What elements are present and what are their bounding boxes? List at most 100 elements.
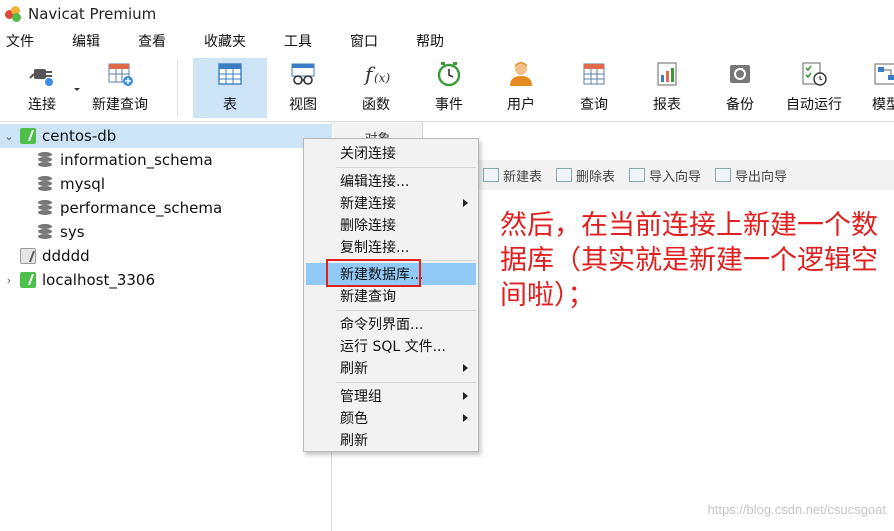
toolbar-backup-button[interactable]: 备份 (713, 58, 767, 118)
menu-item-label: 新建数据库... (340, 267, 424, 283)
menu-item-label: 新建连接 (340, 196, 396, 212)
tree-label: mysql (60, 175, 105, 193)
menu-view[interactable]: 查看 (132, 31, 178, 51)
tree-label: information_schema (60, 151, 213, 169)
tree-label: ddddd (42, 247, 90, 265)
tree-database-information-schema[interactable]: information_schema (0, 148, 332, 172)
tree-database-sys[interactable]: sys (0, 220, 332, 244)
menu-item-run-sql-file[interactable]: 运行 SQL 文件... (306, 335, 476, 357)
toolbar-label: 连接 (28, 97, 56, 113)
new-table-button[interactable]: 新建表 (483, 166, 542, 185)
delete-table-icon (556, 168, 573, 182)
tree-connection-localhost-3306[interactable]: › localhost_3306 (0, 268, 332, 292)
tree-connection-centos-db[interactable]: ⌄ centos-db (0, 124, 332, 148)
toolbar-function-button[interactable]: f (x) 函数 (349, 58, 403, 118)
menu-bar: 文件 编辑 查看 收藏夹 工具 窗口 帮助 (0, 28, 894, 54)
database-icon (38, 152, 52, 168)
menu-favorites[interactable]: 收藏夹 (198, 31, 258, 51)
submenu-arrow-icon (463, 392, 468, 400)
menu-item-console[interactable]: 命令列界面... (306, 313, 476, 335)
toolbar-label: 函数 (362, 97, 390, 113)
toolbar-new-query-button[interactable]: 新建查询 (86, 58, 154, 118)
toolbar-label: 事件 (435, 97, 463, 113)
table-grid-icon (216, 60, 244, 88)
database-icon (38, 200, 52, 216)
chevron-right-icon[interactable]: › (2, 274, 16, 287)
connection-tree: ⌄ centos-db information_schema mysql per… (0, 122, 332, 531)
menu-separator (336, 382, 476, 383)
clock-event-icon (435, 60, 463, 88)
menu-edit[interactable]: 编辑 (66, 31, 112, 51)
menu-file[interactable]: 文件 (0, 31, 46, 51)
menu-window[interactable]: 窗口 (344, 31, 390, 51)
toolbar-label: 表 (223, 97, 237, 113)
connection-open-icon (20, 128, 36, 144)
menu-item-label: 刷新 (340, 433, 368, 449)
new-query-grid-icon (106, 60, 134, 88)
menu-help[interactable]: 帮助 (410, 31, 456, 51)
toolbar-connect-button[interactable]: 连接 (14, 58, 70, 118)
plug-connection-icon (28, 60, 56, 88)
connection-open-icon (20, 272, 36, 288)
button-label: 新建表 (503, 169, 543, 185)
menu-item-label: 复制连接... (340, 240, 410, 256)
export-icon (715, 168, 732, 182)
menu-item-close-connection[interactable]: 关闭连接 (306, 142, 476, 164)
toolbar-table-button[interactable]: 表 (193, 58, 267, 118)
chevron-down-icon[interactable]: ⌄ (2, 130, 16, 143)
chevron-down-icon[interactable] (74, 88, 80, 91)
import-icon (629, 168, 646, 182)
submenu-arrow-icon (463, 364, 468, 372)
menu-item-delete-connection[interactable]: 删除连接 (306, 214, 476, 236)
main-toolbar: 连接 新建查询 表 视图 f (x) 函数 事件 用户 查询 报表 备份 自动运… (0, 54, 894, 122)
button-label: 删除表 (576, 169, 616, 185)
menu-item-new-database[interactable]: 新建数据库... (306, 263, 476, 285)
menu-item-color[interactable]: 颜色 (306, 407, 476, 429)
export-wizard-button[interactable]: 导出向导 (715, 166, 787, 185)
tree-label: centos-db (42, 127, 117, 145)
toolbar-label: 视图 (289, 97, 317, 113)
toolbar-event-button[interactable]: 事件 (422, 58, 476, 118)
menu-item-manage-group[interactable]: 管理组 (306, 385, 476, 407)
toolbar-model-button[interactable]: 模型 (866, 58, 894, 118)
menu-item-new-query[interactable]: 新建查询 (306, 285, 476, 307)
toolbar-report-button[interactable]: 报表 (640, 58, 694, 118)
menu-item-label: 刷新 (340, 361, 368, 377)
svg-text:(x): (x) (374, 71, 390, 85)
menu-tools[interactable]: 工具 (278, 31, 324, 51)
tree-database-performance-schema[interactable]: performance_schema (0, 196, 332, 220)
menu-separator (336, 260, 476, 261)
annotation-text: 然后，在当前连接上新建一个数据库（其实就是新建一个逻辑空间啦）； (500, 210, 878, 311)
checklist-clock-icon (800, 60, 828, 88)
menu-item-edit-connection[interactable]: 编辑连接... (306, 170, 476, 192)
toolbar-label: 备份 (726, 97, 754, 113)
menu-item-refresh[interactable]: 刷新 (306, 429, 476, 451)
window-title: Navicat Premium (28, 5, 157, 23)
toolbar-user-button[interactable]: 用户 (494, 58, 548, 118)
toolbar-divider (177, 60, 178, 116)
connection-closed-icon (20, 248, 36, 264)
menu-item-refresh-submenu[interactable]: 刷新 (306, 357, 476, 379)
menu-item-copy-connection[interactable]: 复制连接... (306, 236, 476, 258)
menu-item-new-connection[interactable]: 新建连接 (306, 192, 476, 214)
tree-connection-ddddd[interactable]: ddddd (0, 244, 332, 268)
tree-database-mysql[interactable]: mysql (0, 172, 332, 196)
context-menu: 关闭连接 编辑连接... 新建连接 删除连接 复制连接... 新建数据库... … (303, 138, 479, 452)
model-diagram-icon (872, 60, 894, 88)
toolbar-query-button[interactable]: 查询 (567, 58, 621, 118)
navicat-logo-icon (4, 5, 22, 23)
menu-item-label: 编辑连接... (340, 174, 410, 190)
database-icon (38, 176, 52, 192)
user-person-icon (507, 60, 535, 88)
title-bar: Navicat Premium (0, 0, 894, 28)
menu-item-label: 颜色 (340, 411, 368, 427)
toolbar-label: 查询 (580, 97, 608, 113)
menu-item-label: 运行 SQL 文件... (340, 339, 446, 355)
database-icon (38, 224, 52, 240)
delete-table-button[interactable]: 删除表 (556, 166, 615, 185)
toolbar-automation-button[interactable]: 自动运行 (780, 58, 848, 118)
import-wizard-button[interactable]: 导入向导 (629, 166, 701, 185)
view-glasses-icon (289, 60, 317, 88)
toolbar-label: 新建查询 (92, 97, 148, 113)
toolbar-view-button[interactable]: 视图 (276, 58, 330, 118)
